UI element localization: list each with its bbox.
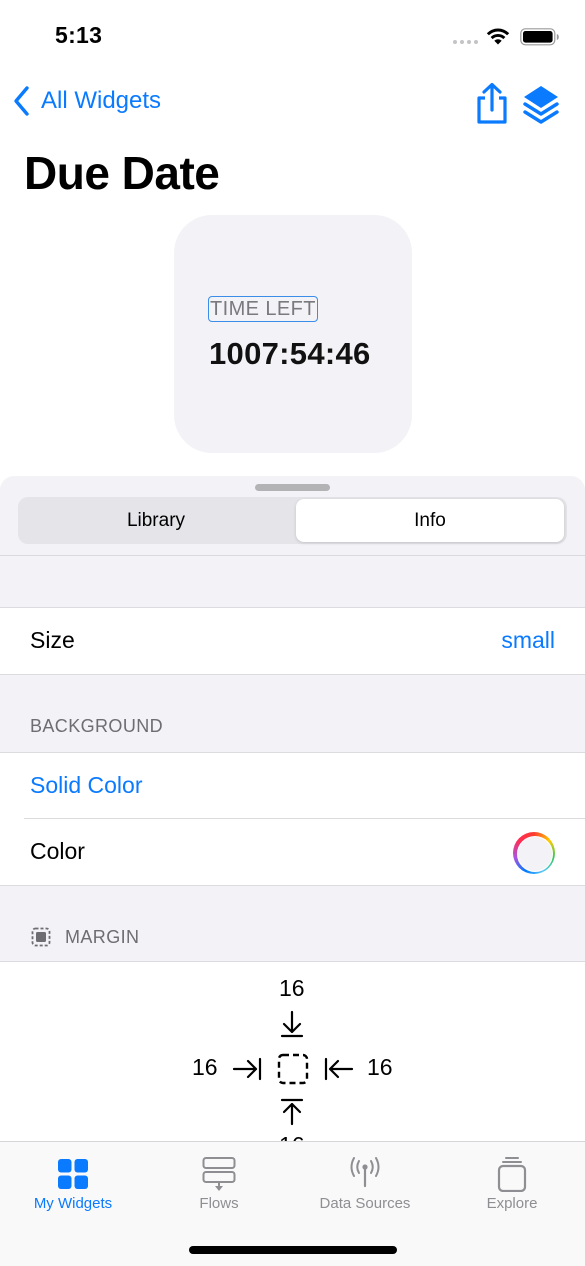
tab-label: My Widgets bbox=[33, 1195, 113, 1212]
back-button[interactable]: All Widgets bbox=[12, 85, 161, 117]
status-time: 5:13 bbox=[55, 22, 103, 48]
battery-icon bbox=[520, 28, 559, 46]
segment-library[interactable]: Library bbox=[20, 499, 292, 542]
divider bbox=[0, 555, 585, 556]
tab-label: Explore bbox=[486, 1195, 538, 1212]
content-box-icon bbox=[277, 1053, 309, 1085]
home-indicator[interactable] bbox=[189, 1246, 397, 1254]
margin-right-value[interactable]: 16 bbox=[367, 1054, 393, 1081]
layers-icon[interactable] bbox=[522, 84, 560, 124]
tab-label: Flows bbox=[199, 1195, 239, 1212]
arrow-up-from-line-icon bbox=[280, 1098, 304, 1126]
cellular-signal-icon bbox=[453, 40, 478, 44]
margin-top-value[interactable]: 16 bbox=[279, 975, 305, 1002]
tab-explore[interactable]: Explore bbox=[439, 1142, 585, 1222]
background-type-value[interactable]: Solid Color bbox=[30, 772, 143, 799]
flows-icon bbox=[202, 1157, 236, 1191]
sheet-grabber[interactable] bbox=[255, 484, 330, 491]
stack-icon bbox=[497, 1157, 527, 1192]
segment-info[interactable]: Info bbox=[296, 499, 564, 542]
widget-preview[interactable]: TIME LEFT 1007:54:46 bbox=[174, 215, 412, 453]
chevron-left-icon bbox=[14, 86, 29, 116]
divider bbox=[0, 674, 585, 675]
background-section-header: BACKGROUND bbox=[30, 716, 164, 736]
antenna-icon bbox=[350, 1157, 380, 1188]
margin-section-header: MARGIN bbox=[65, 927, 140, 947]
tab-my-widgets[interactable]: My Widgets bbox=[0, 1142, 146, 1222]
size-row[interactable]: Size small bbox=[0, 608, 585, 674]
arrow-down-to-line-icon bbox=[280, 1010, 304, 1038]
back-button-label: All Widgets bbox=[41, 87, 162, 114]
share-icon[interactable] bbox=[474, 82, 510, 124]
segment-library-label: Library bbox=[126, 509, 186, 531]
color-label: Color bbox=[30, 838, 85, 864]
segment-info-label: Info bbox=[414, 509, 446, 531]
widget-label-selected[interactable]: TIME LEFT bbox=[208, 296, 318, 322]
color-row[interactable]: Color bbox=[0, 819, 585, 885]
grid-icon bbox=[58, 1159, 88, 1189]
widget-countdown-value[interactable]: 1007:54:46 bbox=[209, 336, 371, 372]
tab-bar: My Widgets Flows Data Sources Explore bbox=[0, 1141, 585, 1266]
margin-icon bbox=[31, 927, 51, 947]
tab-data-sources[interactable]: Data Sources bbox=[292, 1142, 438, 1222]
wifi-icon bbox=[486, 28, 510, 45]
status-bar: 5:13 bbox=[0, 0, 585, 74]
segmented-control: Library Info bbox=[18, 497, 567, 544]
page-title: Due Date bbox=[24, 147, 220, 199]
color-picker-well[interactable] bbox=[513, 832, 555, 874]
tab-flows[interactable]: Flows bbox=[146, 1142, 292, 1222]
size-value[interactable]: small bbox=[501, 627, 555, 654]
arrow-left-to-line-icon bbox=[324, 1057, 354, 1081]
size-label: Size bbox=[30, 627, 75, 653]
margin-left-value[interactable]: 16 bbox=[192, 1054, 218, 1081]
margin-editor: 16 16 16 16 bbox=[0, 962, 585, 1162]
background-group: Solid Color Color bbox=[0, 753, 585, 885]
arrow-right-to-line-icon bbox=[232, 1057, 262, 1081]
tab-label: Data Sources bbox=[319, 1195, 411, 1212]
divider bbox=[0, 885, 585, 886]
navigation-bar: All Widgets bbox=[0, 80, 585, 130]
